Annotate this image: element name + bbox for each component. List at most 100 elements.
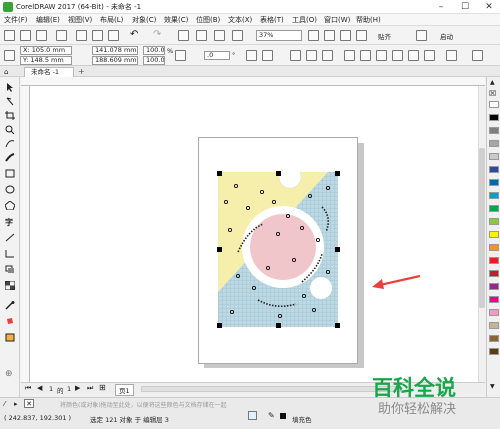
shape-tool-icon[interactable] [5, 97, 15, 106]
redo-icon[interactable]: ↷ [153, 29, 161, 40]
crop-tool-icon[interactable] [5, 111, 15, 120]
width-field[interactable]: 141.078 mm [92, 46, 138, 55]
vertical-scrollbar[interactable] [478, 86, 485, 382]
selection-handle-middle-left[interactable] [217, 247, 222, 252]
menu-effects[interactable]: 效果(C) [164, 15, 188, 25]
back-minus-front-icon[interactable] [424, 50, 435, 61]
selection-handle-bottom-right[interactable] [335, 323, 340, 328]
menu-file[interactable]: 文件(F) [4, 15, 28, 25]
selection-handle-middle-right[interactable] [335, 247, 340, 252]
print-icon[interactable] [56, 30, 67, 41]
palette-swatch[interactable] [489, 166, 499, 173]
freehand-tool-icon[interactable] [5, 139, 15, 148]
search-content-icon[interactable] [178, 30, 189, 41]
palette-swatch[interactable] [489, 153, 499, 160]
selection-handle-top-center[interactable] [276, 171, 281, 176]
eyedropper-tool-icon[interactable] [5, 301, 15, 310]
rectangle-tool-icon[interactable] [5, 169, 15, 178]
add-page-icon[interactable]: ⊞ [99, 383, 106, 392]
palette-scroll-down-icon[interactable]: ▼ [490, 383, 495, 390]
palette-swatch[interactable] [489, 309, 499, 316]
previous-page-icon[interactable]: ◀ [37, 384, 42, 392]
first-page-icon[interactable]: ⏮ [25, 384, 31, 393]
smart-fill-tool-icon[interactable] [5, 333, 15, 342]
minimize-button[interactable]: – [430, 0, 452, 14]
palette-swatch[interactable] [489, 192, 499, 199]
group-icon[interactable] [290, 50, 301, 61]
menu-text[interactable]: 文本(X) [228, 15, 252, 25]
launch-dropdown[interactable]: 启动 [440, 31, 453, 41]
publish-pdf-icon[interactable] [232, 30, 243, 41]
palette-swatch[interactable] [489, 101, 499, 108]
palette-swatch[interactable] [489, 127, 499, 134]
snap-to-dropdown[interactable]: 贴齐 [378, 31, 391, 41]
open-folder-icon[interactable] [20, 30, 31, 41]
show-guidelines-icon[interactable] [356, 30, 367, 41]
pick-tool-icon[interactable] [5, 83, 15, 92]
transparency-tool-icon[interactable] [5, 281, 15, 290]
paste-icon[interactable] [108, 30, 119, 41]
selection-handle-top-left[interactable] [217, 171, 222, 176]
new-tab-plus-icon[interactable]: + [78, 67, 85, 76]
x-position-field[interactable]: X: 105.0 mm [20, 46, 72, 55]
save-icon[interactable] [36, 30, 47, 41]
palette-swatch[interactable] [489, 114, 499, 121]
palette-swatch[interactable] [489, 283, 499, 290]
copy-icon[interactable] [92, 30, 103, 41]
trim-icon[interactable] [360, 50, 371, 61]
fill-indicator-icon[interactable] [248, 411, 257, 420]
selected-artwork[interactable] [218, 172, 338, 327]
home-icon[interactable]: ⌂ [4, 68, 8, 76]
no-fill-box-icon[interactable]: ✕ [24, 399, 34, 408]
scale-x-field[interactable]: 100.0 [143, 46, 165, 55]
export-icon[interactable] [214, 30, 225, 41]
add-quick-customize-icon[interactable] [472, 50, 483, 61]
lock-ratio-icon[interactable] [175, 50, 186, 61]
mirror-horizontal-icon[interactable] [246, 50, 257, 61]
menu-edit[interactable]: 编辑(E) [36, 15, 60, 25]
full-screen-icon[interactable] [308, 30, 319, 41]
palette-scroll-up-icon[interactable]: ▲ [490, 79, 495, 86]
selection-handle-top-right[interactable] [335, 171, 340, 176]
vertical-ruler[interactable] [21, 86, 30, 382]
selection-handle-bottom-left[interactable] [217, 323, 222, 328]
vertical-scroll-thumb[interactable] [479, 148, 485, 308]
palette-swatch[interactable] [489, 218, 499, 225]
palette-swatch[interactable] [489, 140, 499, 147]
artistic-media-tool-icon[interactable] [5, 153, 15, 162]
palette-swatch[interactable] [489, 205, 499, 212]
menu-view[interactable]: 视图(V) [68, 15, 92, 25]
object-origin-icon[interactable] [4, 50, 15, 61]
outline-indicator-icon[interactable]: ✎ [268, 411, 275, 420]
close-button[interactable]: ✕ [478, 0, 500, 14]
y-position-field[interactable]: Y: 148.5 mm [20, 56, 72, 65]
palette-swatch[interactable] [489, 257, 499, 264]
last-page-icon[interactable]: ⏭ [87, 384, 93, 393]
selection-handle-bottom-center[interactable] [276, 323, 281, 328]
palette-swatch[interactable] [489, 348, 499, 355]
palette-swatch[interactable] [489, 335, 499, 342]
menu-help[interactable]: 帮助(H) [356, 15, 381, 25]
next-page-icon[interactable]: ▶ [75, 384, 80, 392]
page-tab[interactable]: 页1 [115, 384, 134, 396]
ungroup-icon[interactable] [306, 50, 317, 61]
palette-swatch[interactable] [489, 270, 499, 277]
align-distribute-icon[interactable] [446, 50, 457, 61]
horizontal-scrollbar[interactable] [141, 386, 401, 392]
ungroup-all-icon[interactable] [322, 50, 333, 61]
new-document-icon[interactable] [4, 30, 15, 41]
eyedropper-icon[interactable]: ⁄ [4, 400, 5, 408]
horizontal-ruler[interactable] [21, 77, 485, 86]
scale-y-field[interactable]: 100.0 [143, 56, 165, 65]
palette-swatch[interactable] [489, 296, 499, 303]
connector-tool-icon[interactable] [5, 249, 15, 258]
show-rulers-icon[interactable] [324, 30, 335, 41]
menu-object[interactable]: 对象(C) [132, 15, 156, 25]
zoom-tool-icon[interactable] [5, 125, 15, 134]
no-fill-swatch[interactable]: ☒ [489, 89, 496, 98]
maximize-button[interactable]: ☐ [454, 0, 476, 14]
add-tool-plus-icon[interactable]: ⊕ [5, 369, 15, 379]
menu-window[interactable]: 窗口(W) [324, 15, 350, 25]
polygon-tool-icon[interactable] [5, 201, 15, 210]
document-tab[interactable]: 未命名 -1 [24, 67, 74, 77]
